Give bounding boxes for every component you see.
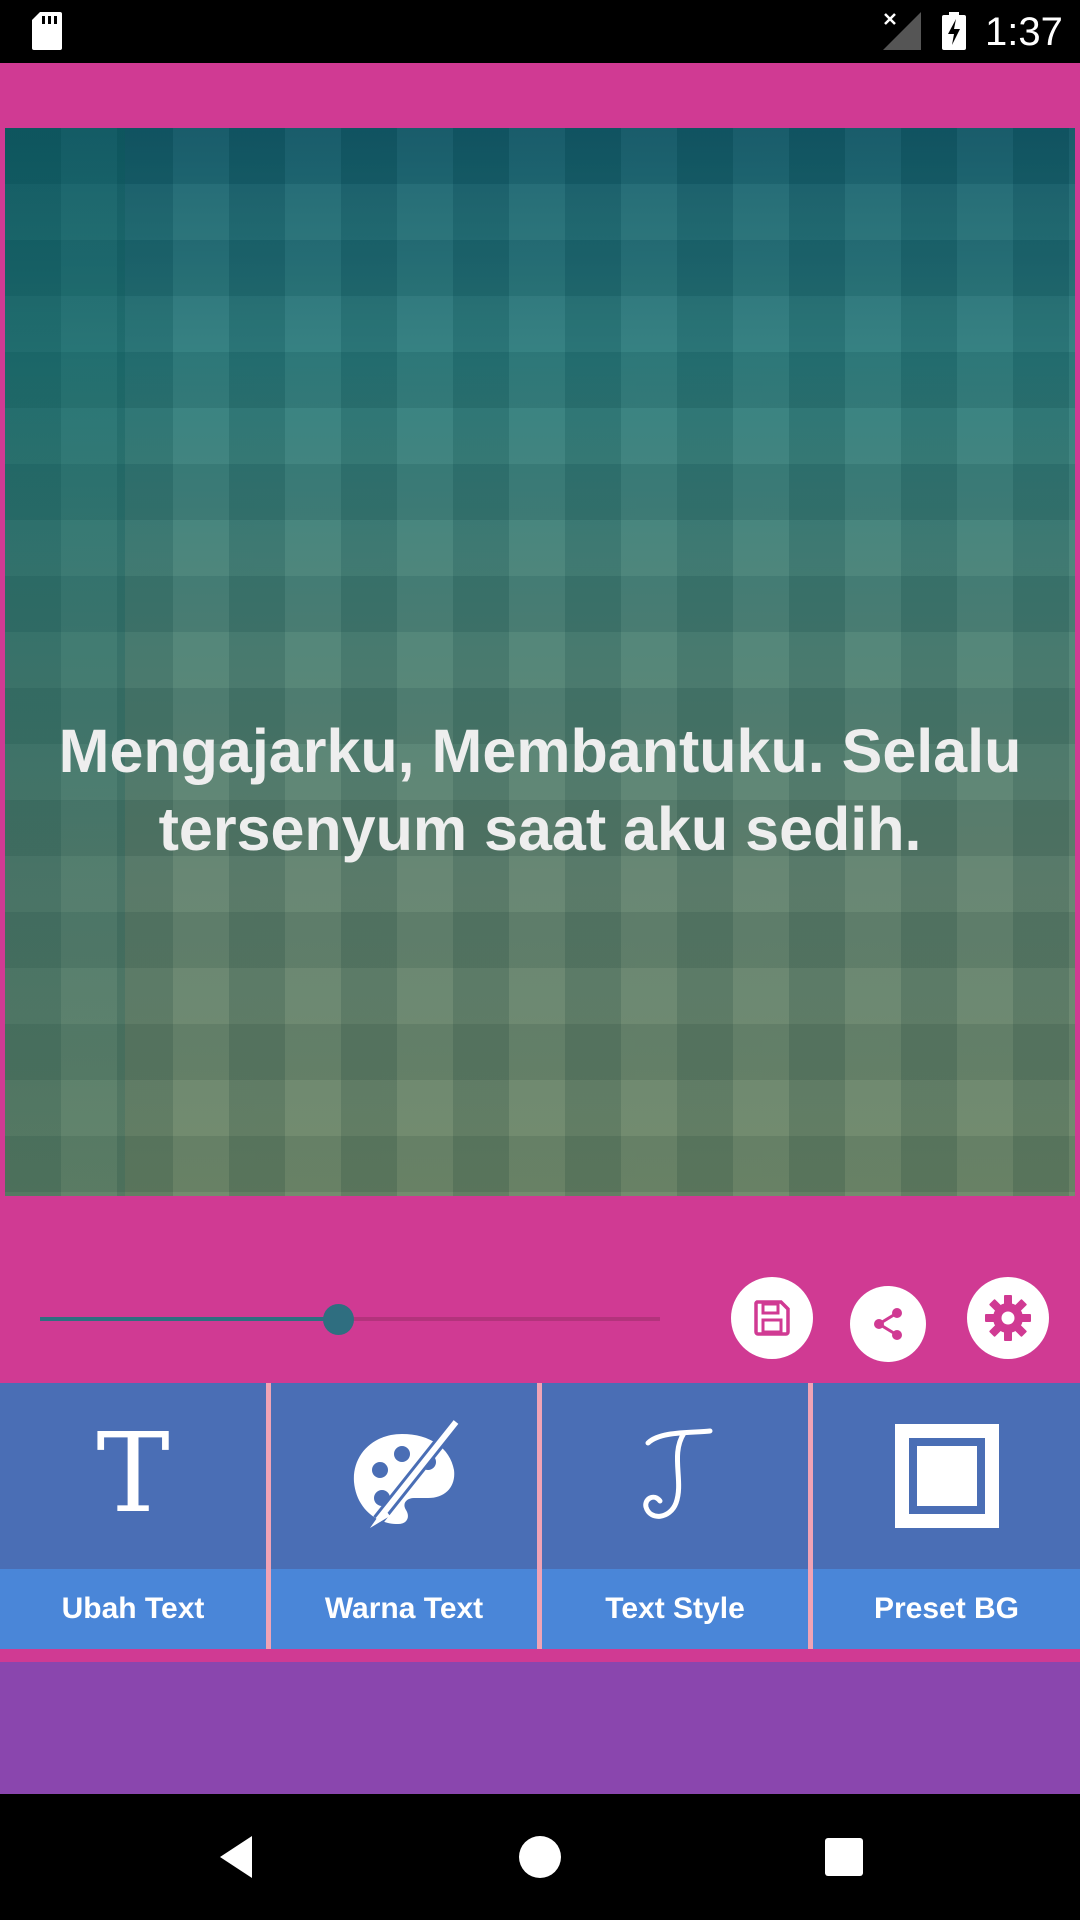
slider-track-fill: [40, 1317, 338, 1321]
text-t-icon: T: [96, 1426, 169, 1526]
share-button[interactable]: [850, 1286, 926, 1362]
square-frame-icon: [894, 1424, 999, 1528]
settings-button[interactable]: [967, 1277, 1049, 1359]
tool-label: Warna Text: [271, 1569, 537, 1649]
tool-text-style[interactable]: Text Style: [542, 1383, 808, 1649]
ad-banner-area: [0, 1662, 1080, 1794]
navigation-bar: [0, 1794, 1080, 1920]
recents-icon[interactable]: [819, 1832, 869, 1882]
home-icon[interactable]: [515, 1832, 565, 1882]
save-icon: [754, 1300, 790, 1336]
tool-preset-bg[interactable]: Preset BG: [813, 1383, 1080, 1649]
quote-preview[interactable]: Mengajarku, Membantuku. Selalu tersenyum…: [5, 128, 1075, 1196]
status-bar: 1:37: [0, 0, 1080, 63]
tool-warna-text[interactable]: Warna Text: [271, 1383, 537, 1649]
share-icon: [874, 1308, 902, 1340]
script-t-icon: [643, 1428, 713, 1519]
tool-bar: T Ubah Text Warna Text Text Style Preset…: [0, 1383, 1080, 1649]
quote-text[interactable]: Mengajarku, Membantuku. Selalu tersenyum…: [25, 712, 1055, 868]
tool-label: Ubah Text: [0, 1569, 266, 1649]
gear-icon: [985, 1295, 1031, 1341]
back-icon[interactable]: [212, 1832, 262, 1882]
slider-thumb[interactable]: [323, 1304, 354, 1335]
pixel-background: [5, 128, 1075, 1196]
signal-icon: [883, 12, 921, 50]
palette-icon: [353, 1418, 461, 1528]
svg-text:T: T: [96, 1426, 169, 1526]
clock-time: 1:37: [985, 10, 1063, 54]
tool-label: Text Style: [542, 1569, 808, 1649]
text-size-slider[interactable]: [40, 1300, 660, 1338]
battery-charging-icon: [942, 12, 966, 50]
tool-ubah-text[interactable]: T Ubah Text: [0, 1383, 266, 1649]
sd-card-icon: [32, 12, 62, 50]
tool-label: Preset BG: [813, 1569, 1080, 1649]
save-button[interactable]: [731, 1277, 813, 1359]
